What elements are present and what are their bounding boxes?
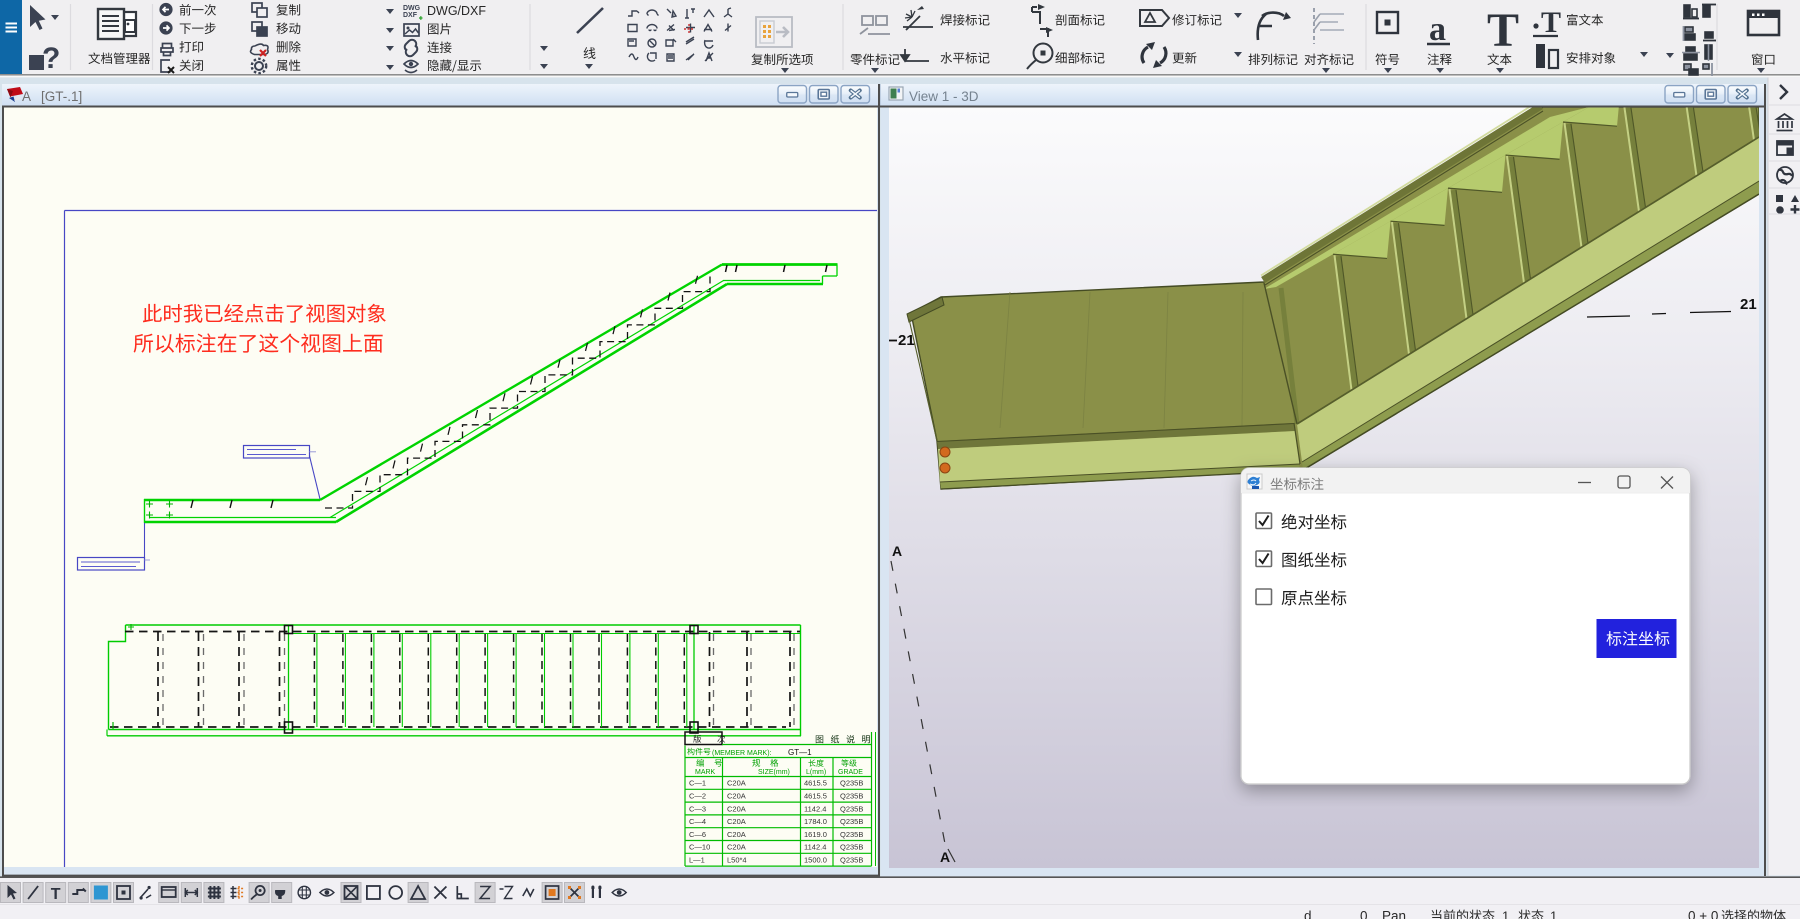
svg-text:Q235B: Q235B bbox=[840, 817, 863, 826]
svg-text:4615.5: 4615.5 bbox=[804, 779, 827, 788]
svg-text:1: 1 bbox=[1550, 909, 1557, 919]
svg-text:C20A: C20A bbox=[727, 843, 746, 852]
svg-text:?: ? bbox=[42, 42, 60, 75]
svg-text:View 1 - 3D: View 1 - 3D bbox=[909, 89, 979, 104]
svg-text:21: 21 bbox=[898, 332, 915, 349]
svg-text:1142.4: 1142.4 bbox=[804, 843, 826, 852]
svg-text:A: A bbox=[22, 89, 31, 104]
svg-text:DXF: DXF bbox=[403, 12, 418, 19]
svg-text:Q235B: Q235B bbox=[840, 792, 863, 801]
svg-text:d: d bbox=[1304, 909, 1312, 919]
svg-text:1784.0: 1784.0 bbox=[804, 817, 827, 826]
svg-text:DWG: DWG bbox=[403, 5, 421, 12]
svg-text:a: a bbox=[1429, 11, 1446, 48]
svg-text:T: T bbox=[51, 886, 61, 903]
svg-text:C—4: C—4 bbox=[689, 817, 706, 826]
svg-text:C—2: C—2 bbox=[689, 792, 706, 801]
svg-text:1619.0: 1619.0 bbox=[804, 830, 827, 839]
svg-text:Q235B: Q235B bbox=[840, 830, 863, 839]
svg-text:SIZE(mm): SIZE(mm) bbox=[758, 769, 790, 776]
svg-text:C—10: C—10 bbox=[689, 843, 710, 852]
svg-text:Q235B: Q235B bbox=[840, 843, 863, 852]
svg-text:A: A bbox=[940, 849, 950, 865]
svg-text:Q235B: Q235B bbox=[840, 779, 863, 788]
svg-text:C20A: C20A bbox=[727, 792, 746, 801]
svg-text:DWG/DXF: DWG/DXF bbox=[427, 4, 486, 18]
svg-text:4615.5: 4615.5 bbox=[804, 792, 827, 801]
svg-text:L(mm): L(mm) bbox=[806, 769, 826, 776]
svg-text:MARK: MARK bbox=[695, 769, 716, 776]
svg-text:T: T bbox=[1541, 6, 1561, 39]
svg-text:0 + 0: 0 + 0 bbox=[1688, 909, 1718, 919]
svg-text:C—3: C—3 bbox=[689, 804, 706, 813]
svg-text:Pan: Pan bbox=[1382, 909, 1406, 919]
svg-text:21: 21 bbox=[1740, 296, 1757, 313]
svg-text:L50*4: L50*4 bbox=[727, 856, 747, 865]
svg-text:C20A: C20A bbox=[727, 817, 746, 826]
svg-text:C—1: C—1 bbox=[689, 779, 706, 788]
svg-text:Q235B: Q235B bbox=[840, 856, 863, 865]
svg-text:(MEMBER MARK):: (MEMBER MARK): bbox=[712, 750, 772, 757]
svg-text:C20A: C20A bbox=[727, 804, 746, 813]
svg-text:C20A: C20A bbox=[727, 830, 746, 839]
svg-text:L—1: L—1 bbox=[689, 856, 705, 865]
svg-text:1142.4: 1142.4 bbox=[804, 804, 826, 813]
svg-text:1: 1 bbox=[1502, 909, 1509, 919]
svg-text:C20A: C20A bbox=[727, 779, 746, 788]
svg-text:Q235B: Q235B bbox=[840, 804, 863, 813]
svg-text:A: A bbox=[892, 543, 902, 559]
svg-text:C—6: C—6 bbox=[689, 830, 706, 839]
svg-text:0: 0 bbox=[1360, 909, 1368, 919]
svg-text:1500.0: 1500.0 bbox=[804, 856, 827, 865]
svg-text:[GT-.1]: [GT-.1] bbox=[41, 89, 82, 104]
svg-text:T: T bbox=[1487, 4, 1519, 57]
svg-text:GRADE: GRADE bbox=[838, 769, 863, 776]
svg-text:GT—1: GT—1 bbox=[788, 748, 812, 757]
